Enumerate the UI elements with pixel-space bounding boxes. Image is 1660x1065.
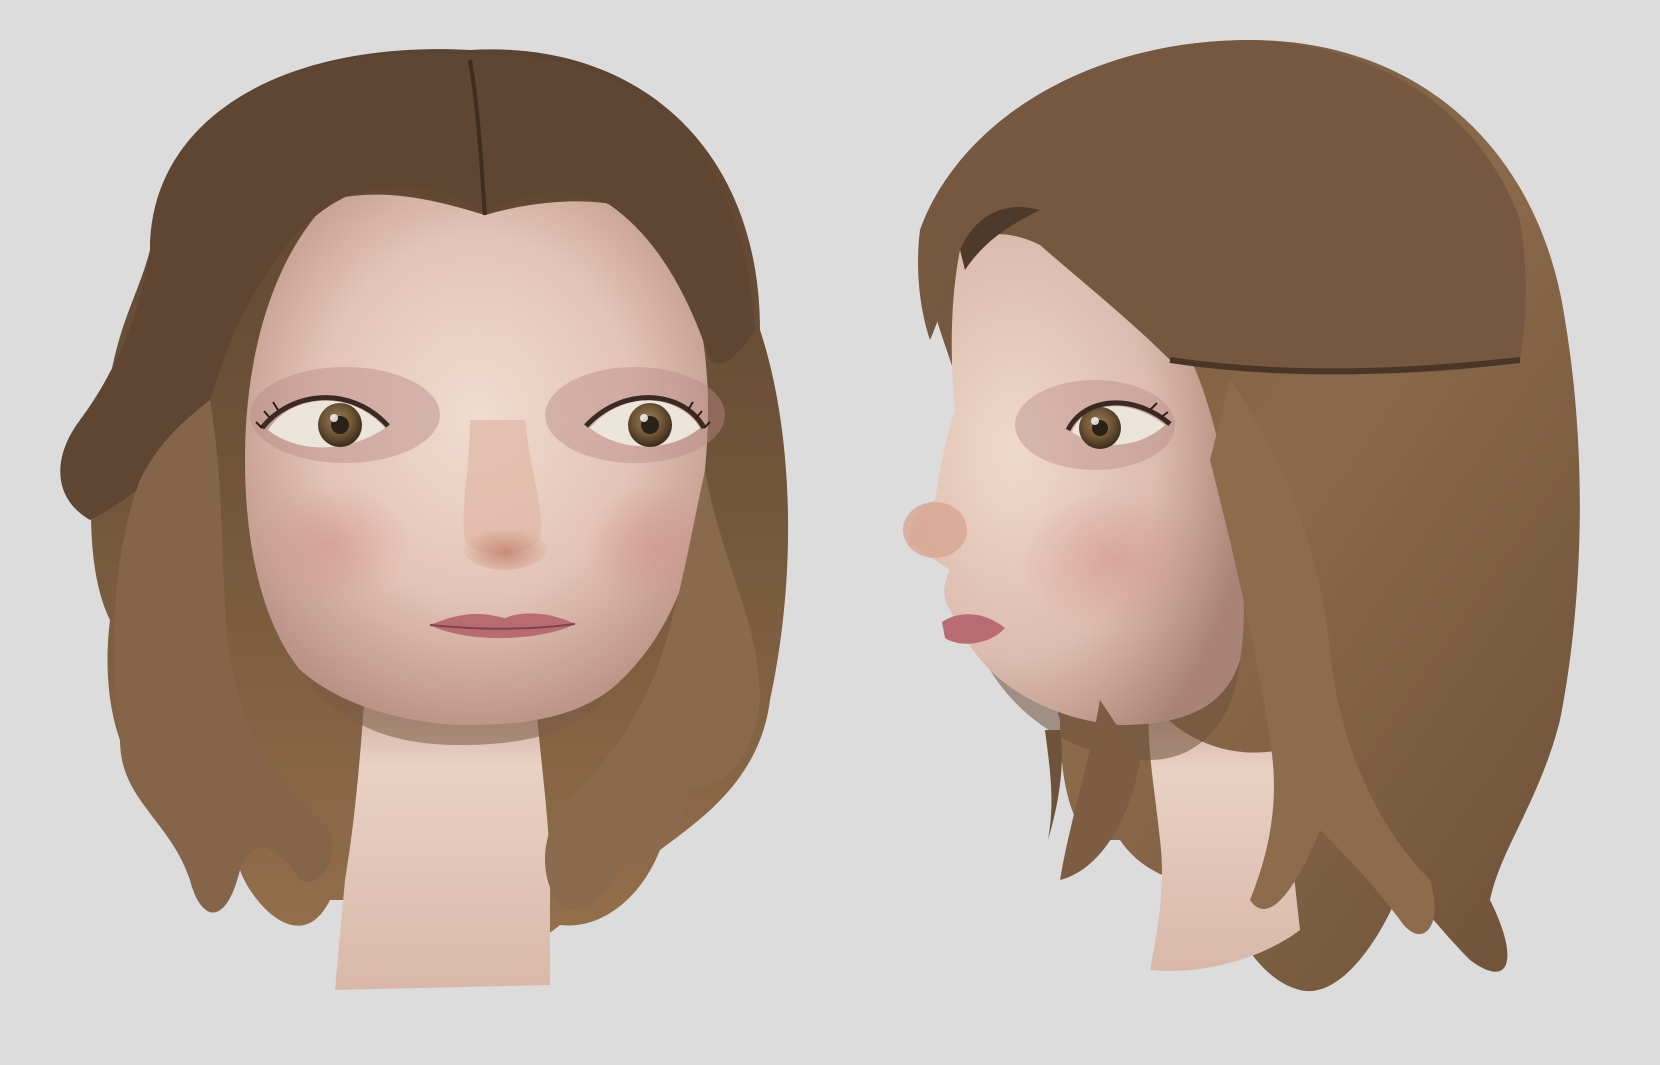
side-nose: [903, 502, 967, 558]
side-cheek: [1020, 490, 1210, 630]
render-viewport: [0, 0, 1660, 1065]
front-left-cheek: [250, 485, 410, 605]
front-view-head: [60, 49, 789, 990]
side-hair-strand-small: [1045, 730, 1062, 840]
sculpt-render: [60, 40, 1580, 992]
side-view-head: [903, 40, 1580, 992]
